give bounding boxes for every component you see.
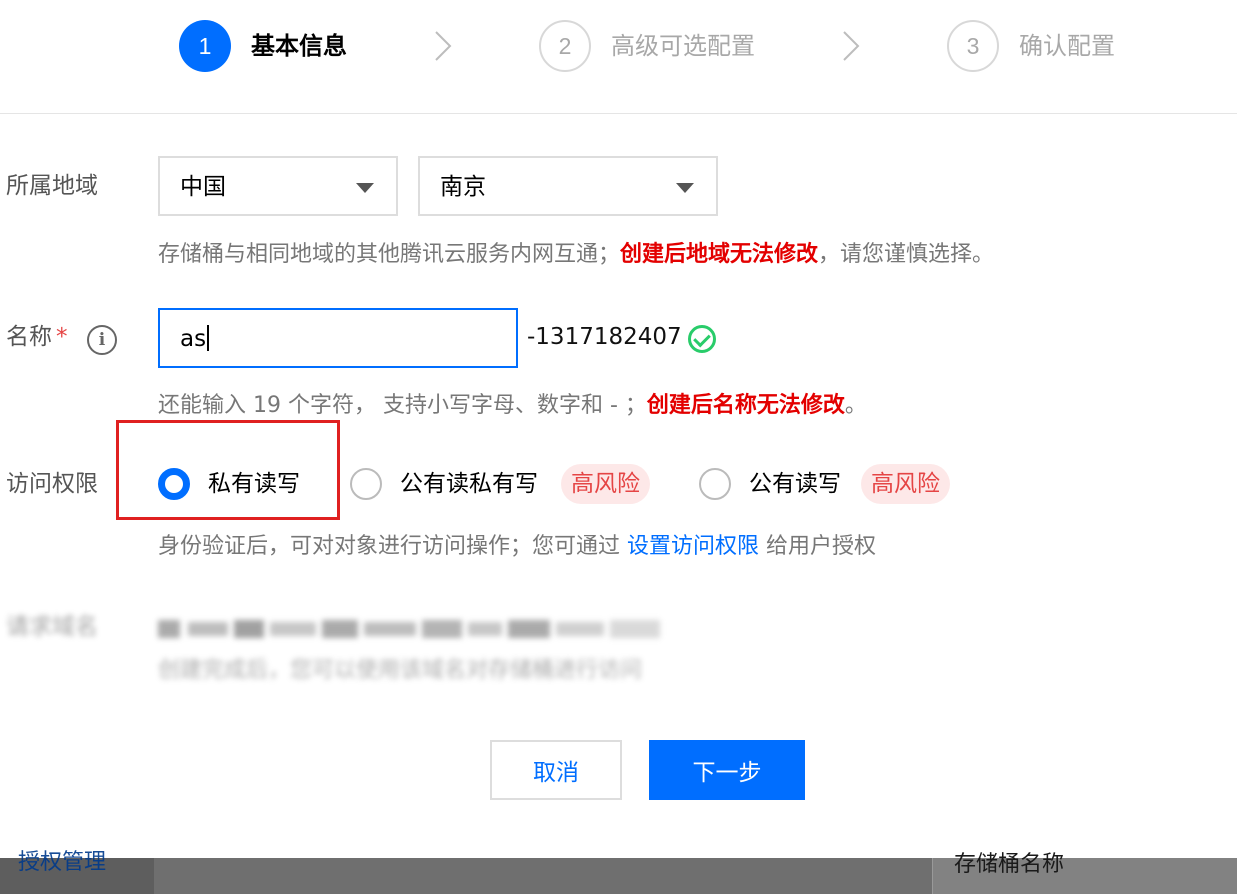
- endpoint-hint: 创建完成后，您可以使用该域名对存储桶进行访问: [158, 658, 643, 683]
- region-hint-tail: ，请您谨慎选择。: [818, 242, 995, 267]
- check-circle-icon: [688, 325, 716, 353]
- step-2-number: 2: [539, 20, 591, 72]
- appid-suffix: -1317182407: [527, 324, 682, 350]
- step-1-label: 基本信息: [251, 32, 347, 60]
- step-2-label: 高级可选配置: [611, 32, 755, 60]
- access-hint-text: 身份验证后，可对对象进行访问操作；您可通过: [158, 534, 627, 559]
- step-3-label: 确认配置: [1019, 32, 1115, 60]
- radio-public-rw[interactable]: 公有读写: [699, 466, 859, 502]
- text-cursor: [207, 325, 209, 351]
- cancel-button[interactable]: 取消: [490, 740, 622, 800]
- caret-down-icon: [676, 183, 694, 193]
- bucket-name-text: as: [180, 326, 207, 352]
- name-label: 名称 *: [6, 322, 68, 352]
- stepper: 1 基本信息 2 高级可选配置 3 确认配置: [0, 0, 1237, 114]
- region-hint-warning: 创建后地域无法修改: [620, 242, 819, 267]
- high-risk-badge: 高风险: [561, 464, 650, 504]
- radio-private-rw[interactable]: 私有读写: [158, 466, 318, 502]
- access-label: 访问权限: [6, 471, 98, 497]
- step-3-number: 3: [947, 20, 999, 72]
- access-hint-tail: 给用户授权: [759, 534, 877, 559]
- region-hint: 存储桶与相同地域的其他腾讯云服务内网互通；创建后地域无法修改，请您谨慎选择。: [158, 240, 994, 270]
- name-hint: 还能输入 19 个字符， 支持小写字母、数字和 - ；创建后名称无法修改。: [158, 391, 867, 421]
- radio-public-read-private-write-label: 公有读私有写: [400, 471, 538, 497]
- access-hint: 身份验证后，可对对象进行访问操作；您可通过 设置访问权限 给用户授权: [158, 532, 876, 562]
- region-label: 所属地域: [6, 173, 98, 199]
- radio-private-rw-label: 私有读写: [208, 471, 300, 497]
- background-sidebar-item: 授权管理: [18, 850, 107, 875]
- next-step-button[interactable]: 下一步: [649, 740, 805, 800]
- radio-icon: [350, 468, 382, 500]
- bucket-name-value: as: [180, 324, 209, 354]
- city-select-value: 南京: [440, 174, 486, 200]
- endpoint-url-redacted: [158, 620, 660, 638]
- name-hint-tail: 。: [844, 393, 867, 418]
- radio-icon: [699, 468, 731, 500]
- country-select[interactable]: 中国: [158, 156, 398, 216]
- region-hint-text: 存储桶与相同地域的其他腾讯云服务内网互通；: [158, 242, 621, 267]
- radio-public-rw-label: 公有读写: [749, 471, 841, 497]
- chevron-right-icon: [435, 31, 452, 61]
- caret-down-icon: [356, 183, 374, 193]
- set-access-permission-link[interactable]: 设置访问权限: [627, 534, 759, 559]
- endpoint-label: 请求域名: [6, 614, 98, 640]
- high-risk-badge: 高风险: [861, 464, 950, 504]
- step-1-number: 1: [179, 20, 231, 72]
- name-hint-text: 还能输入 19 个字符， 支持小写字母、数字和 - ；: [158, 393, 647, 418]
- radio-public-read-private-write[interactable]: 公有读私有写: [350, 466, 550, 502]
- name-hint-warning: 创建后名称无法修改: [646, 393, 845, 418]
- chevron-right-icon: [843, 31, 860, 61]
- city-select[interactable]: 南京: [418, 156, 718, 216]
- info-icon[interactable]: i: [87, 325, 117, 355]
- required-mark: *: [56, 324, 68, 350]
- name-label-text: 名称: [6, 324, 52, 350]
- background-column-header: 存储桶名称: [954, 852, 1065, 877]
- radio-icon: [158, 468, 190, 500]
- country-select-value: 中国: [180, 174, 226, 200]
- bucket-name-input[interactable]: as: [158, 308, 518, 368]
